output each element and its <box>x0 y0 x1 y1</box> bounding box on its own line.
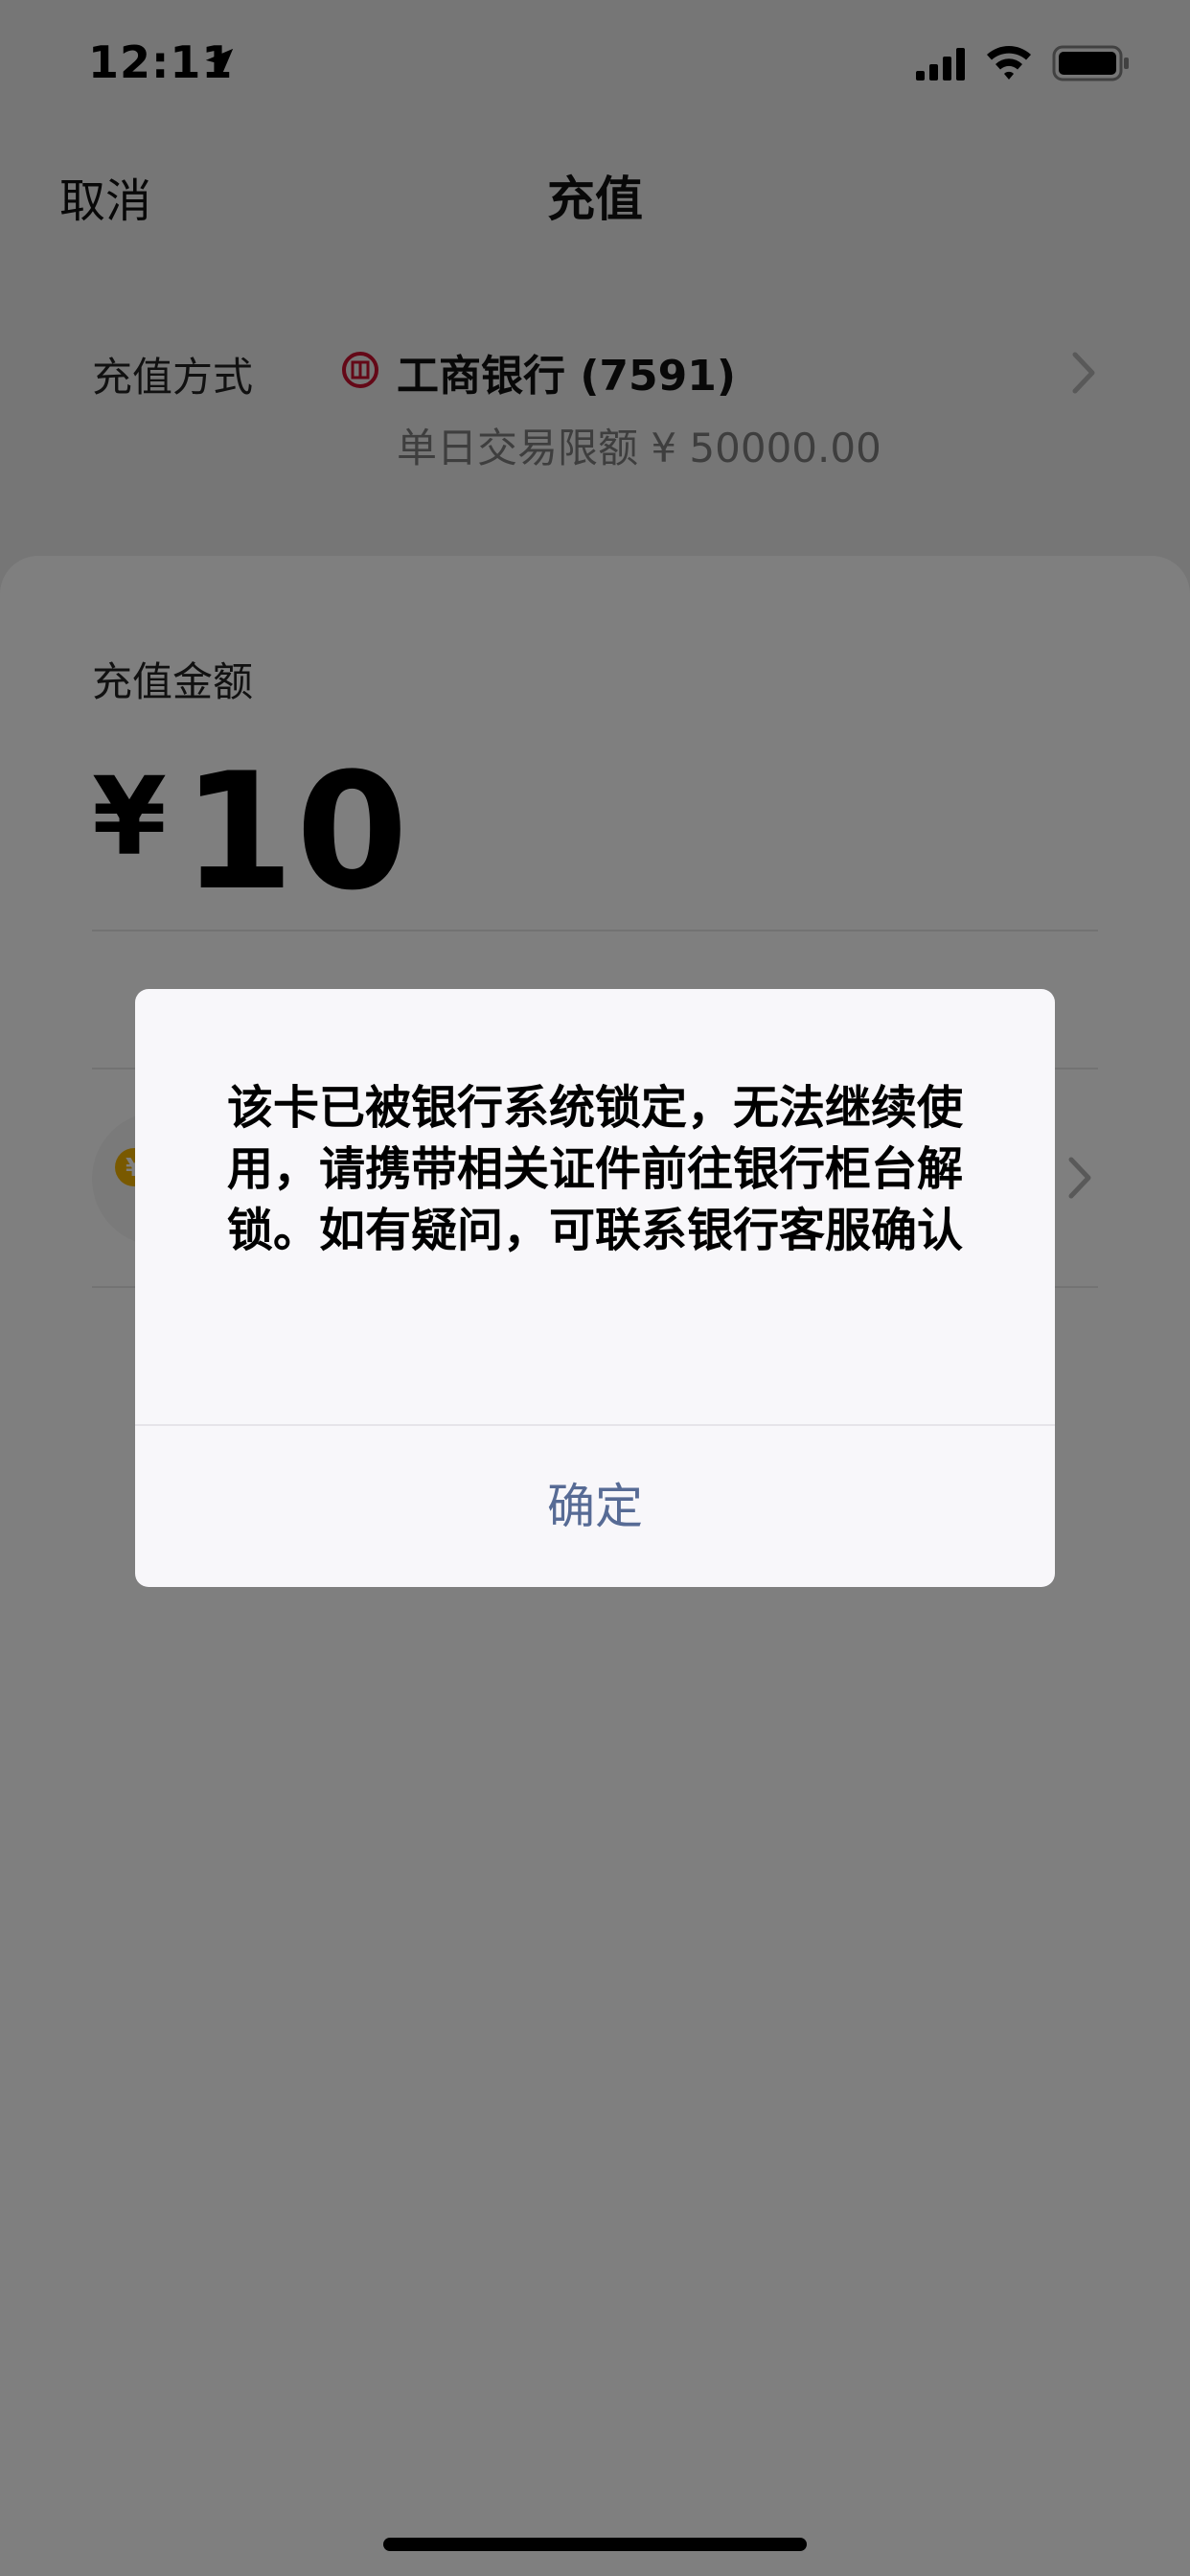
alert-dialog: 该卡已被银行系统锁定，无法继续使用，请携带相关证件前往银行柜台解锁。如有疑问，可… <box>135 989 1055 1587</box>
confirm-button[interactable]: 确定 <box>135 1426 1055 1587</box>
alert-message: 该卡已被银行系统锁定，无法继续使用，请携带相关证件前往银行柜台解锁。如有疑问，可… <box>226 1081 963 1257</box>
home-indicator[interactable] <box>383 2538 807 2551</box>
